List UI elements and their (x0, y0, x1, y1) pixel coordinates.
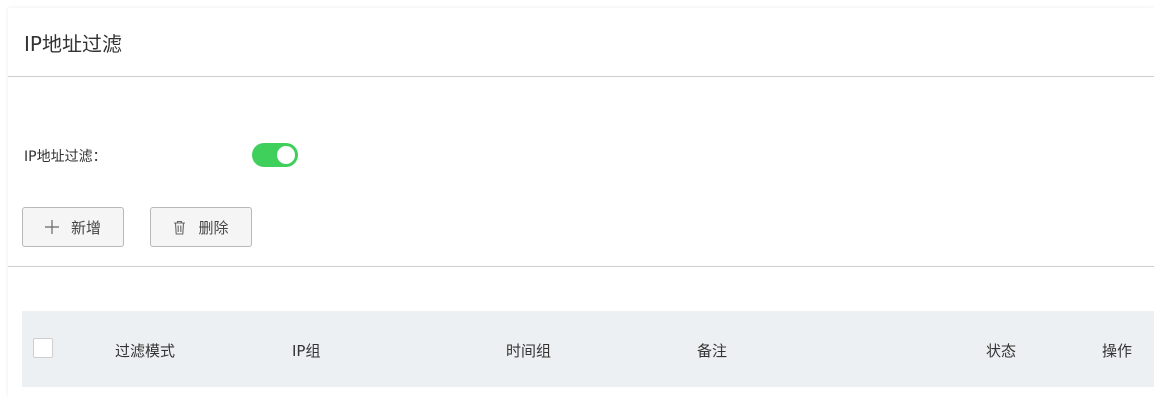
toggle-knob (277, 146, 295, 164)
column-header-filter-mode[interactable]: 过滤模式 (115, 340, 175, 361)
plus-icon (44, 220, 59, 234)
column-header-remark[interactable]: 备注 (697, 340, 727, 361)
column-header-ip-group[interactable]: IP组 (292, 340, 320, 361)
add-button-label: 新增 (70, 218, 101, 237)
delete-button[interactable]: 删除 (150, 207, 252, 247)
column-header-status[interactable]: 状态 (986, 340, 1016, 361)
table-header (22, 311, 1154, 387)
column-header-time-group[interactable]: 时间组 (506, 340, 551, 361)
title-divider (8, 76, 1154, 77)
ip-filter-label: IP地址过滤： (24, 149, 107, 165)
add-button[interactable]: 新增 (22, 207, 124, 247)
column-header-actions[interactable]: 操作 (1102, 340, 1132, 361)
trash-icon (173, 220, 186, 235)
page-title: IP地址过滤 (24, 32, 122, 56)
select-all-checkbox[interactable] (33, 338, 53, 358)
delete-button-label: 删除 (198, 218, 229, 237)
ip-filter-toggle[interactable] (252, 143, 298, 167)
toolbar-divider (8, 266, 1154, 267)
